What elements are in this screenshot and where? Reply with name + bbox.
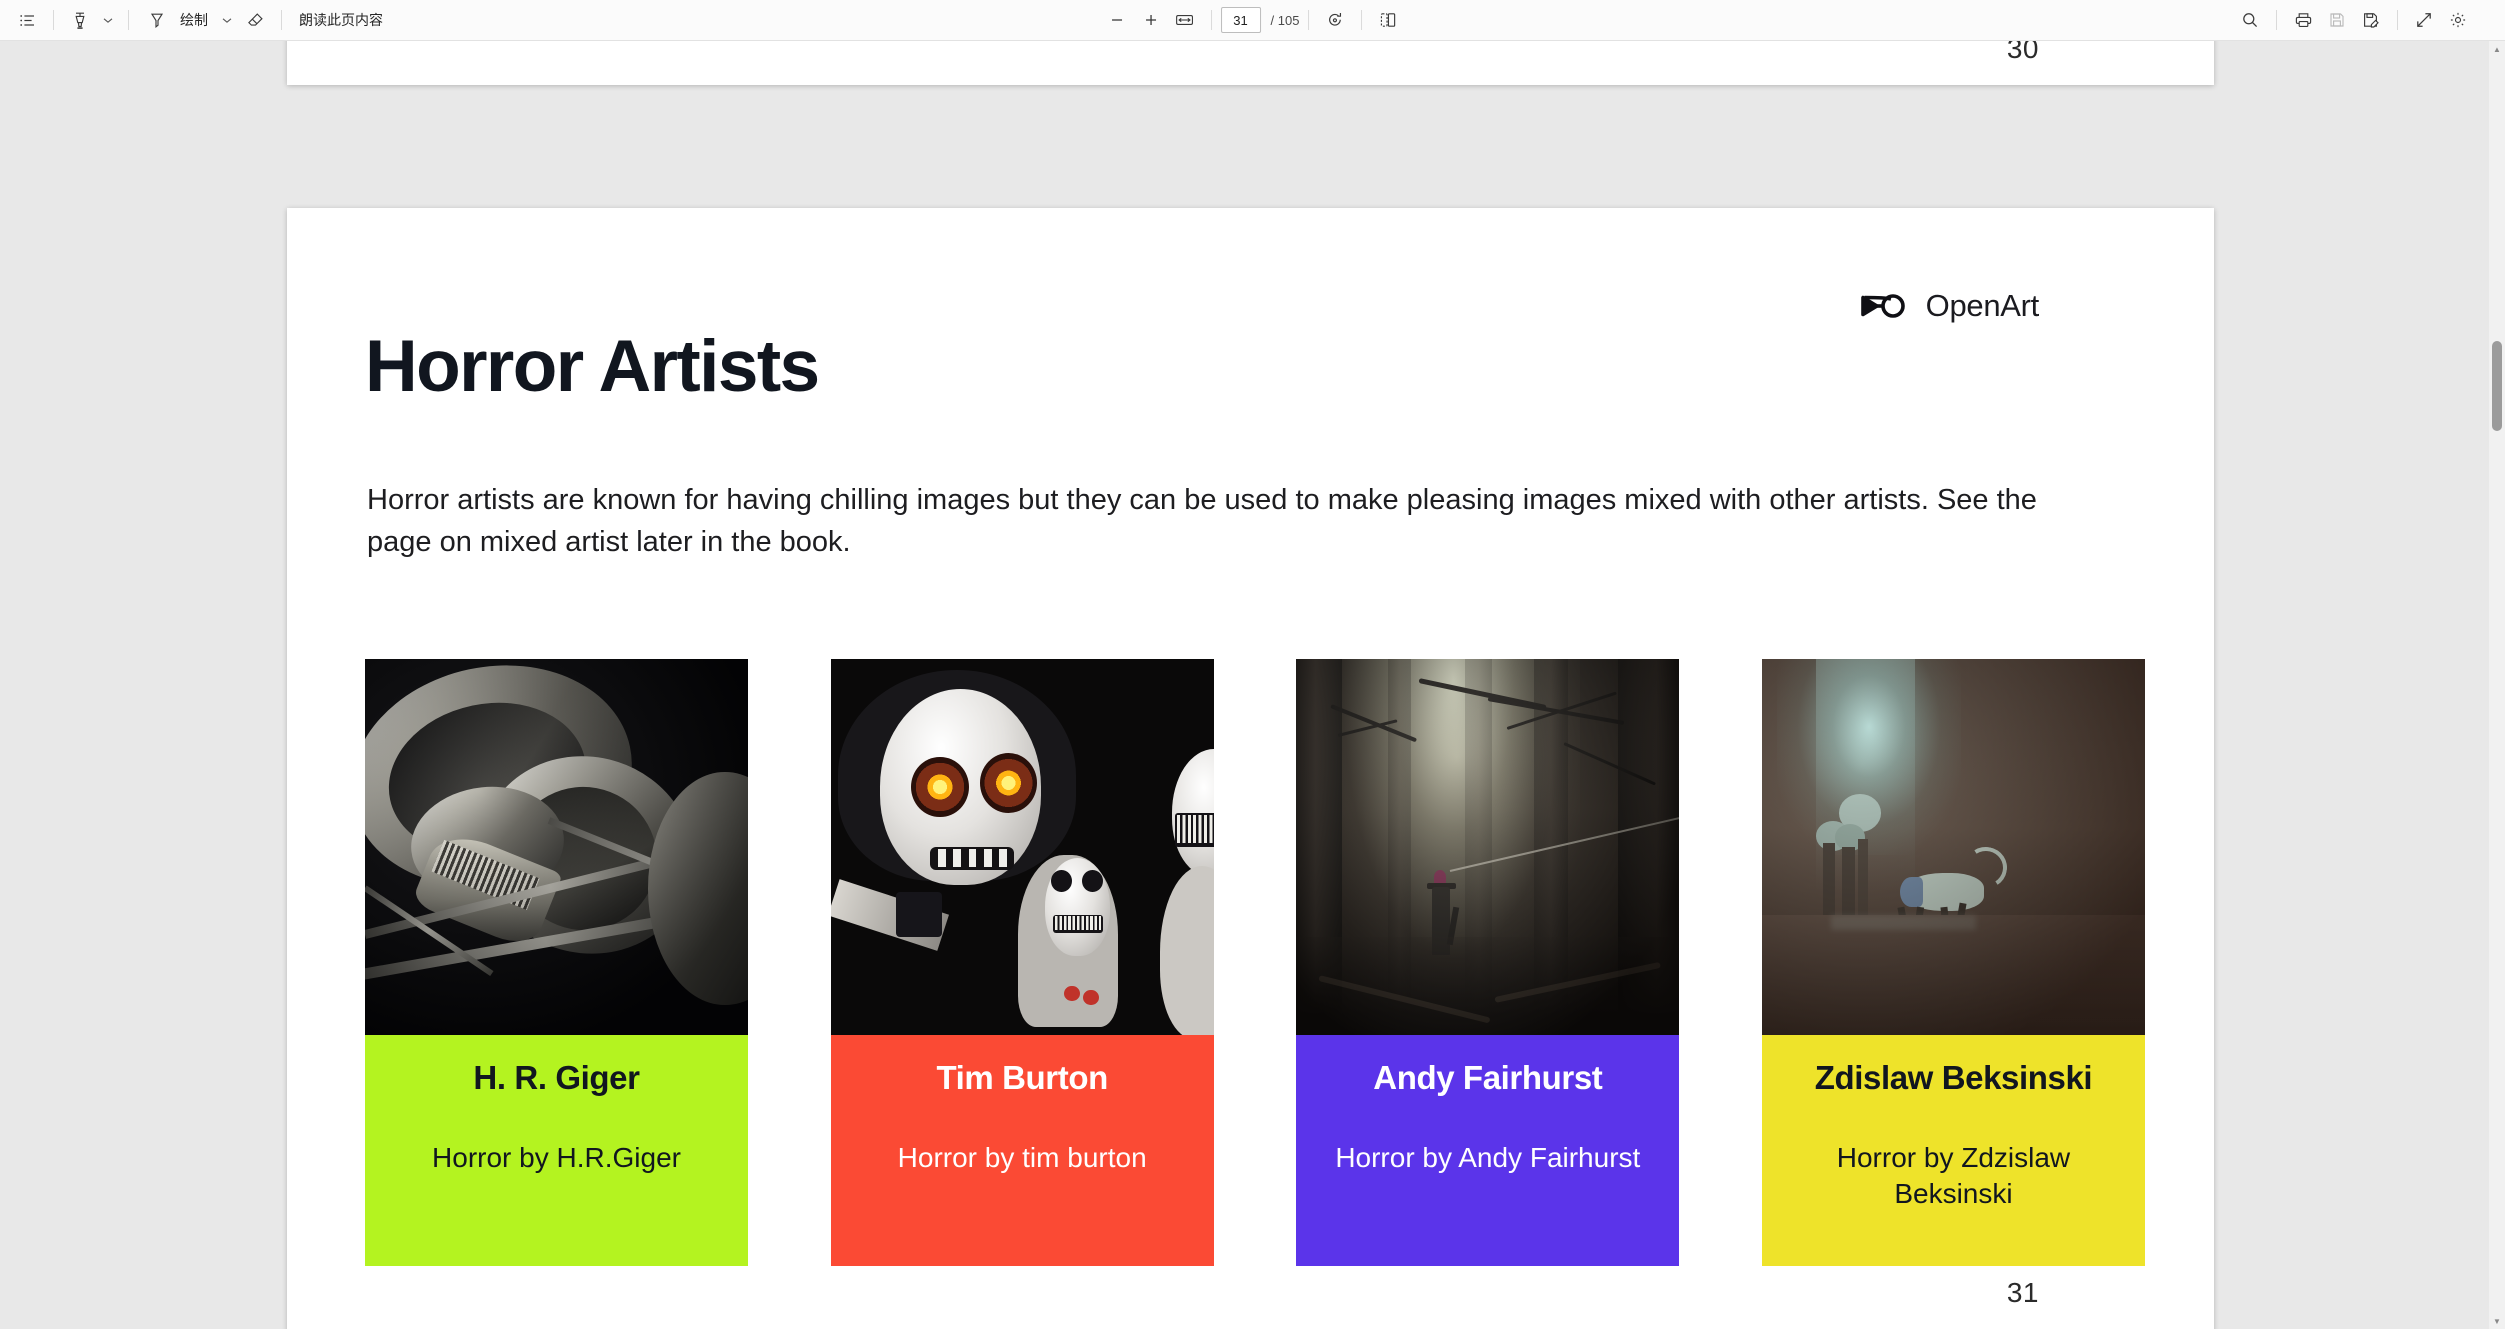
artist-card[interactable]: Zdislaw Beksinski Horror by Zdzislaw Bek… bbox=[1761, 659, 2145, 1266]
artist-card[interactable]: H. R. Giger Horror by H.R.Giger bbox=[365, 659, 748, 1266]
pen-icon bbox=[140, 5, 174, 35]
artist-name: Zdislaw Beksinski bbox=[1814, 1059, 2093, 1096]
vertical-scrollbar[interactable]: ▲ ▼ bbox=[2489, 41, 2505, 1329]
toolbar-right-group bbox=[2233, 5, 2475, 35]
scroll-thumb[interactable] bbox=[2492, 341, 2502, 431]
toolbar-divider bbox=[53, 10, 54, 30]
pdf-viewer[interactable]: Bardisio Jacques Laurent Agasse Achenbac… bbox=[0, 41, 2489, 1329]
draw-button[interactable]: 绘制 bbox=[138, 5, 216, 35]
artist-artwork-beksinski bbox=[1761, 659, 2145, 1035]
zoom-out-button[interactable] bbox=[1100, 5, 1134, 35]
fit-page-width-icon[interactable] bbox=[1168, 5, 1202, 35]
toolbar-divider bbox=[281, 10, 282, 30]
page-number-input[interactable] bbox=[1220, 7, 1261, 33]
read-aloud-label: 朗读此页内容 bbox=[299, 12, 383, 28]
toolbar-left-group: 绘制 朗读此页内容 bbox=[0, 5, 391, 35]
toolbar-divider bbox=[1210, 10, 1212, 30]
pdf-page-current: OpenArt Horror Artists Horror artists ar… bbox=[287, 208, 2214, 1329]
toc-icon[interactable] bbox=[10, 5, 44, 35]
artist-description: Horror by tim burton bbox=[897, 1141, 1147, 1173]
artwork-burton-illustration bbox=[830, 659, 1214, 1035]
search-icon[interactable] bbox=[2233, 5, 2267, 35]
draw-label: 绘制 bbox=[180, 12, 208, 28]
openart-logo-icon bbox=[1858, 290, 1910, 322]
artist-name: Andy Fairhurst bbox=[1373, 1059, 1603, 1096]
artist-card-row: H. R. Giger Horror by H.R.Giger Tim Burt… bbox=[365, 659, 2145, 1266]
artist-description: Horror by Andy Fairhurst bbox=[1335, 1141, 1641, 1173]
page-number-previous: 30 bbox=[2006, 41, 2039, 64]
toolbar-divider bbox=[128, 10, 129, 30]
scroll-up-arrow-icon[interactable]: ▲ bbox=[2489, 41, 2505, 57]
toolbar-divider bbox=[2276, 10, 2277, 30]
pdf-page-previous: Bardisio Jacques Laurent Agasse Achenbac… bbox=[287, 41, 2214, 85]
draw-dropdown-icon[interactable] bbox=[216, 5, 238, 35]
artist-name: H. R. Giger bbox=[473, 1059, 640, 1096]
artist-card[interactable]: Tim Burton Horror by tim burton bbox=[830, 659, 1214, 1266]
openart-brand: OpenArt bbox=[1858, 288, 2039, 324]
pdf-toolbar: 绘制 朗读此页内容 31 / 105 bbox=[0, 0, 2505, 41]
page-number-current: 31 bbox=[2006, 1277, 2039, 1308]
save-icon bbox=[2320, 5, 2354, 35]
highlighter-dropdown-icon[interactable] bbox=[97, 5, 119, 35]
highlighter-icon[interactable] bbox=[63, 5, 97, 35]
toolbar-divider bbox=[1308, 10, 1310, 30]
artist-card[interactable]: Andy Fairhurst Horror by Andy Fairhurst bbox=[1296, 659, 1680, 1266]
artist-card-caption: Andy Fairhurst Horror by Andy Fairhurst bbox=[1296, 1035, 1680, 1266]
artist-description: Horror by Zdzislaw Beksinski bbox=[1836, 1141, 2071, 1209]
toolbar-center-group: / 105 bbox=[1100, 5, 1406, 35]
artist-name: Tim Burton bbox=[936, 1059, 1108, 1096]
page-body-text: Horror artists are known for having chil… bbox=[367, 484, 2037, 558]
artist-artwork-giger bbox=[365, 659, 748, 1035]
save-as-icon[interactable] bbox=[2354, 5, 2388, 35]
artwork-fairhurst-illustration bbox=[1296, 659, 1680, 1035]
print-icon[interactable] bbox=[2286, 5, 2320, 35]
page-title: Horror Artists bbox=[365, 326, 820, 407]
eraser-icon[interactable] bbox=[238, 5, 272, 35]
scroll-down-arrow-icon[interactable]: ▼ bbox=[2489, 1313, 2505, 1329]
toolbar-divider bbox=[1361, 10, 1363, 30]
artist-description: Horror by H.R.Giger bbox=[432, 1141, 681, 1173]
artist-card-caption: Tim Burton Horror by tim burton bbox=[830, 1035, 1214, 1266]
page-total-label: / 105 bbox=[1270, 12, 1300, 28]
artist-artwork-burton bbox=[830, 659, 1214, 1035]
artist-artwork-fairhurst bbox=[1296, 659, 1680, 1035]
fullscreen-icon[interactable] bbox=[2407, 5, 2441, 35]
artwork-beksinski-illustration bbox=[1761, 659, 2145, 1035]
artist-card-caption: H. R. Giger Horror by H.R.Giger bbox=[365, 1035, 748, 1266]
toolbar-divider bbox=[2397, 10, 2398, 30]
artist-card-caption: Zdislaw Beksinski Horror by Zdzislaw Bek… bbox=[1761, 1035, 2145, 1266]
rotate-icon[interactable] bbox=[1318, 5, 1352, 35]
settings-icon[interactable] bbox=[2441, 5, 2475, 35]
page-layout-icon[interactable] bbox=[1371, 5, 1405, 35]
read-aloud-button[interactable]: 朗读此页内容 bbox=[291, 5, 391, 35]
openart-brand-name: OpenArt bbox=[1925, 288, 2040, 323]
zoom-in-button[interactable] bbox=[1134, 5, 1168, 35]
artwork-giger-illustration bbox=[365, 659, 748, 1035]
